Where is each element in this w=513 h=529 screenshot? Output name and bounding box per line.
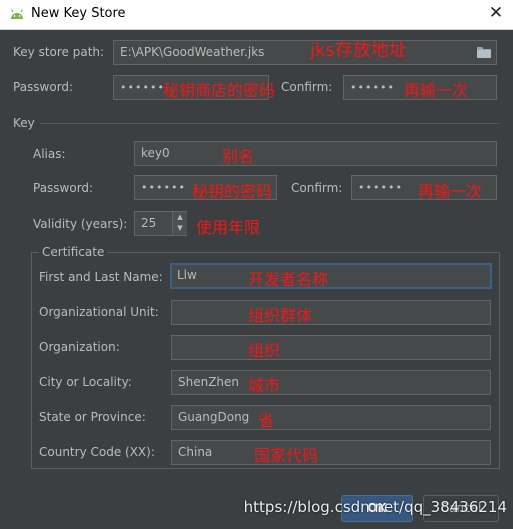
annotation-name: 开发者名称 [248,270,329,289]
key-store-path-label: Key store path: [13,45,105,59]
store-confirm-label: Confirm: [281,80,333,94]
annotation-org: 组织 [248,341,281,360]
country-code-label: Country Code (XX): [39,445,155,459]
organizational-unit-label: Organizational Unit: [39,305,159,319]
annotation-key-password: 秘钥的密码 [192,182,273,201]
organization-label: Organization: [39,340,120,354]
key-store-path-value: E:\APK\GoodWeather.jks [120,45,265,59]
annotation-validity: 使用年限 [196,218,261,237]
annotation-key-confirm: 再输一次 [418,182,483,201]
organizational-unit-input[interactable] [171,300,491,325]
city-input[interactable]: ShenZhen [171,370,491,395]
android-icon [10,9,24,19]
country-code-input[interactable]: China [171,440,491,465]
annotation-alias: 别名 [222,147,255,166]
validity-stepper[interactable]: ▲ ▼ [172,212,187,235]
validity-label: Validity (years): [33,217,128,231]
annotation-state: 省 [258,411,275,430]
watermark-text: https://blog.csdn.net/qq_38436214 [243,498,507,516]
key-section-label: Key [13,116,35,130]
window-title: New Key Store [31,6,126,21]
annotation-org-unit: 组织群体 [248,306,313,325]
folder-icon[interactable] [476,45,492,59]
close-icon[interactable]: ✕ [486,3,506,23]
annotation-path: jks存放地址 [310,40,407,61]
first-last-name-label: First and Last Name: [39,270,163,284]
title-bar: New Key Store ✕ [0,0,513,30]
annotation-city: 城市 [248,376,281,395]
state-input[interactable]: GuangDong [171,405,491,430]
key-store-path-input[interactable]: E:\APK\GoodWeather.jks [113,40,497,65]
alias-label: Alias: [33,147,66,161]
state-label: State or Province: [39,410,146,424]
annotation-store-confirm: 再输一次 [404,81,469,100]
city-label: City or Locality: [39,375,132,389]
validity-value: 25 [141,216,157,230]
store-password-label: Password: [13,80,74,94]
alias-input[interactable]: key0 [134,141,497,166]
key-confirm-label: Confirm: [291,181,343,195]
first-last-name-input[interactable]: Llw [170,263,492,289]
chevron-up-icon[interactable]: ▲ [173,212,187,223]
key-section-divider [40,123,500,124]
certificate-legend: Certificate [39,245,108,259]
annotation-store-password: 秘钥商店的密码 [163,81,276,100]
organization-input[interactable] [171,335,491,360]
key-password-label: Password: [33,181,94,195]
annotation-country: 国家代码 [254,446,319,465]
chevron-down-icon[interactable]: ▼ [173,223,187,234]
